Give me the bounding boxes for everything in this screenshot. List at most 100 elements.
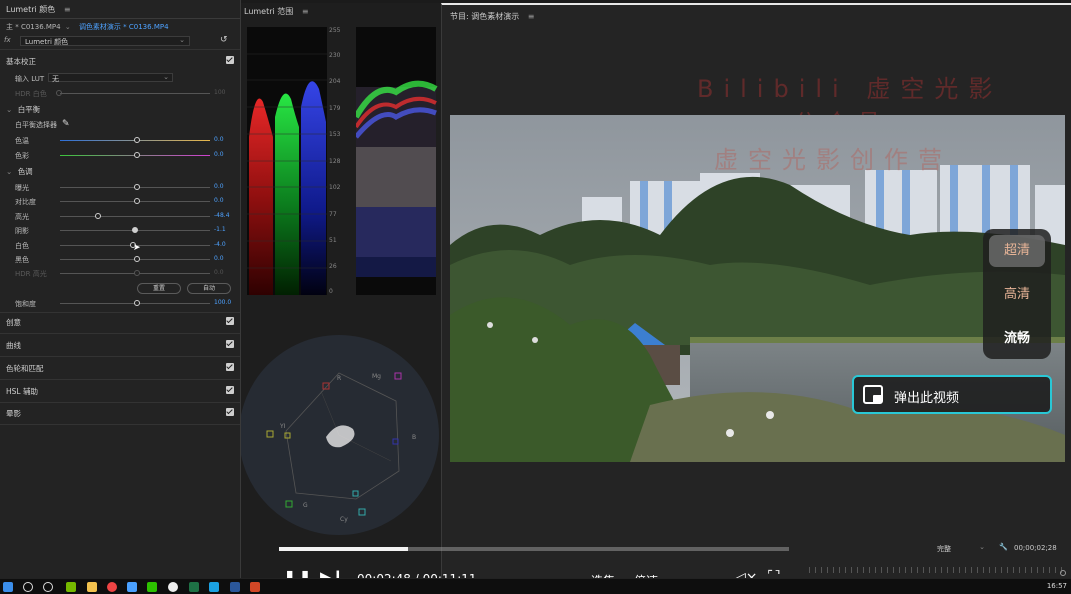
section-creative[interactable]: 创意: [0, 317, 240, 331]
highlights-slider[interactable]: [95, 213, 101, 219]
section-vignette[interactable]: 晕影: [0, 408, 240, 422]
excel-icon[interactable]: [189, 582, 199, 592]
section-hsl-secondary[interactable]: HSL 辅助: [0, 386, 240, 400]
hdr-specular-label: HDR 高光: [15, 270, 47, 278]
program-monitor-header: 节目: 调色素材演示 ≡: [450, 11, 535, 22]
effect-select[interactable]: Lumetri 颜色 ⌄: [20, 36, 190, 46]
word-icon[interactable]: [230, 582, 240, 592]
input-lut-select[interactable]: 无 ⌄: [48, 73, 173, 83]
scale-tick: 179: [329, 105, 341, 112]
quality-option-smooth[interactable]: 流畅: [989, 323, 1045, 355]
white-balance-header[interactable]: ⌄ 白平衡: [0, 104, 240, 118]
slider-track: [60, 216, 210, 217]
section-curves[interactable]: 曲线: [0, 340, 240, 354]
reset-effect-icon[interactable]: ↺: [220, 35, 228, 45]
chrome-icon[interactable]: [107, 582, 117, 592]
panel-menu-icon[interactable]: ≡: [64, 5, 71, 14]
shadows-label: 阴影: [15, 227, 29, 235]
section-title: 色轮和匹配: [6, 364, 44, 373]
tone-header[interactable]: ⌄ 色调: [0, 166, 240, 180]
section-title: 创意: [6, 318, 21, 327]
wechat-icon[interactable]: [147, 582, 157, 592]
task-view-icon[interactable]: [43, 582, 53, 592]
chevron-down-icon[interactable]: ⌄: [65, 23, 71, 31]
file-explorer-icon[interactable]: [87, 582, 97, 592]
highlights-label: 高光: [15, 213, 29, 221]
contrast-slider[interactable]: [134, 198, 140, 204]
windows-start-icon[interactable]: [3, 582, 13, 592]
hdr-specular-row: HDR 高光 0.0: [0, 268, 240, 280]
master-clip-tab[interactable]: 主 * C0136.MP4: [6, 23, 61, 31]
section-basic-correction[interactable]: 基本校正: [0, 56, 240, 70]
browser-icon[interactable]: [127, 582, 137, 592]
shadows-row: 阴影 -1.1: [0, 225, 240, 237]
hdr-specular-value[interactable]: 0.0: [214, 269, 224, 276]
app-icon[interactable]: [209, 582, 219, 592]
sequence-clip-tab[interactable]: 调色素材演示 * C0136.MP4: [79, 23, 169, 31]
reset-button[interactable]: 重置: [137, 283, 181, 294]
whites-value[interactable]: -4.0: [214, 241, 226, 248]
lumetri-scopes-panel: Lumetri 范围 ≡ 255 230 204 179 153 128 102…: [241, 3, 441, 578]
wrench-icon[interactable]: 🔧: [999, 543, 1008, 551]
scale-tick: 51: [329, 237, 337, 244]
watermark-line3: 虚空光影创作营: [714, 146, 952, 174]
timeline-ruler[interactable]: [809, 567, 1064, 573]
scale-tick: 255: [329, 27, 341, 34]
blacks-slider[interactable]: [134, 256, 140, 262]
fit-select[interactable]: 完整 ⌄: [937, 543, 985, 554]
tint-slider[interactable]: [134, 152, 140, 158]
quality-option-super[interactable]: 超清: [989, 235, 1045, 267]
blacks-value[interactable]: 0.0: [214, 255, 224, 262]
rgb-parade-scope: [247, 27, 327, 295]
popout-video-button[interactable]: 弹出此视频: [852, 375, 1052, 414]
quality-option-high[interactable]: 高清: [989, 279, 1045, 311]
whites-label: 白色: [15, 242, 29, 250]
shadows-slider[interactable]: [132, 227, 138, 233]
enable-checkbox[interactable]: [226, 408, 234, 416]
exposure-slider[interactable]: [134, 184, 140, 190]
exposure-value[interactable]: 0.0: [214, 183, 224, 190]
player-progress-bar[interactable]: [279, 547, 789, 551]
vector-label-yl: YI: [279, 423, 286, 430]
scale-tick: 204: [329, 78, 341, 85]
auto-button[interactable]: 自动: [187, 283, 231, 294]
player-progress-fill: [279, 547, 408, 551]
program-monitor-title: 节目: 调色素材演示: [450, 12, 520, 21]
enable-checkbox[interactable]: [226, 56, 234, 64]
lumetri-color-panel: Lumetri 颜色 ≡ 主 * C0136.MP4 ⌄ 调色素材演示 * C0…: [0, 0, 241, 578]
enable-checkbox[interactable]: [226, 340, 234, 348]
hdr-white-value[interactable]: 100: [214, 89, 225, 96]
enable-checkbox[interactable]: [226, 363, 234, 371]
highlights-value[interactable]: -48.4: [214, 212, 230, 219]
ruler-end-handle[interactable]: [1060, 570, 1066, 576]
tint-value[interactable]: 0.0: [214, 151, 224, 158]
qq-icon[interactable]: [168, 582, 178, 592]
panel-menu-icon[interactable]: ≡: [302, 7, 309, 16]
panel-menu-icon[interactable]: ≡: [528, 12, 535, 21]
fx-icon[interactable]: fx: [4, 36, 11, 44]
search-icon[interactable]: [23, 582, 33, 592]
powerpoint-icon[interactable]: [250, 582, 260, 592]
section-color-wheels[interactable]: 色轮和匹配: [0, 363, 240, 377]
hdr-specular-slider[interactable]: [134, 270, 140, 276]
section-title: 曲线: [6, 341, 21, 350]
eyedropper-icon[interactable]: ✎: [62, 119, 70, 129]
shadows-value[interactable]: -1.1: [214, 226, 226, 233]
vectorscope: R Mg YI B G Cy: [241, 335, 439, 535]
divider: [0, 379, 240, 380]
scopes-panel-header: Lumetri 范围 ≡: [241, 6, 441, 20]
lumetri-panel-header: Lumetri 颜色 ≡: [0, 0, 240, 19]
popout-icon: [863, 385, 883, 404]
scale-tick: 77: [329, 211, 337, 218]
nvidia-icon[interactable]: [66, 582, 76, 592]
contrast-value[interactable]: 0.0: [214, 197, 224, 204]
saturation-value[interactable]: 100.0: [214, 299, 231, 306]
enable-checkbox[interactable]: [226, 386, 234, 394]
tone-buttons-row: 重置 自动: [0, 283, 240, 295]
whites-row: 白色 ➤ -4.0: [0, 240, 240, 253]
saturation-slider[interactable]: [134, 300, 140, 306]
temperature-value[interactable]: 0.0: [214, 136, 224, 143]
program-timecode[interactable]: 00;00;02;28: [1014, 544, 1057, 552]
enable-checkbox[interactable]: [226, 317, 234, 325]
temperature-slider[interactable]: [134, 137, 140, 143]
